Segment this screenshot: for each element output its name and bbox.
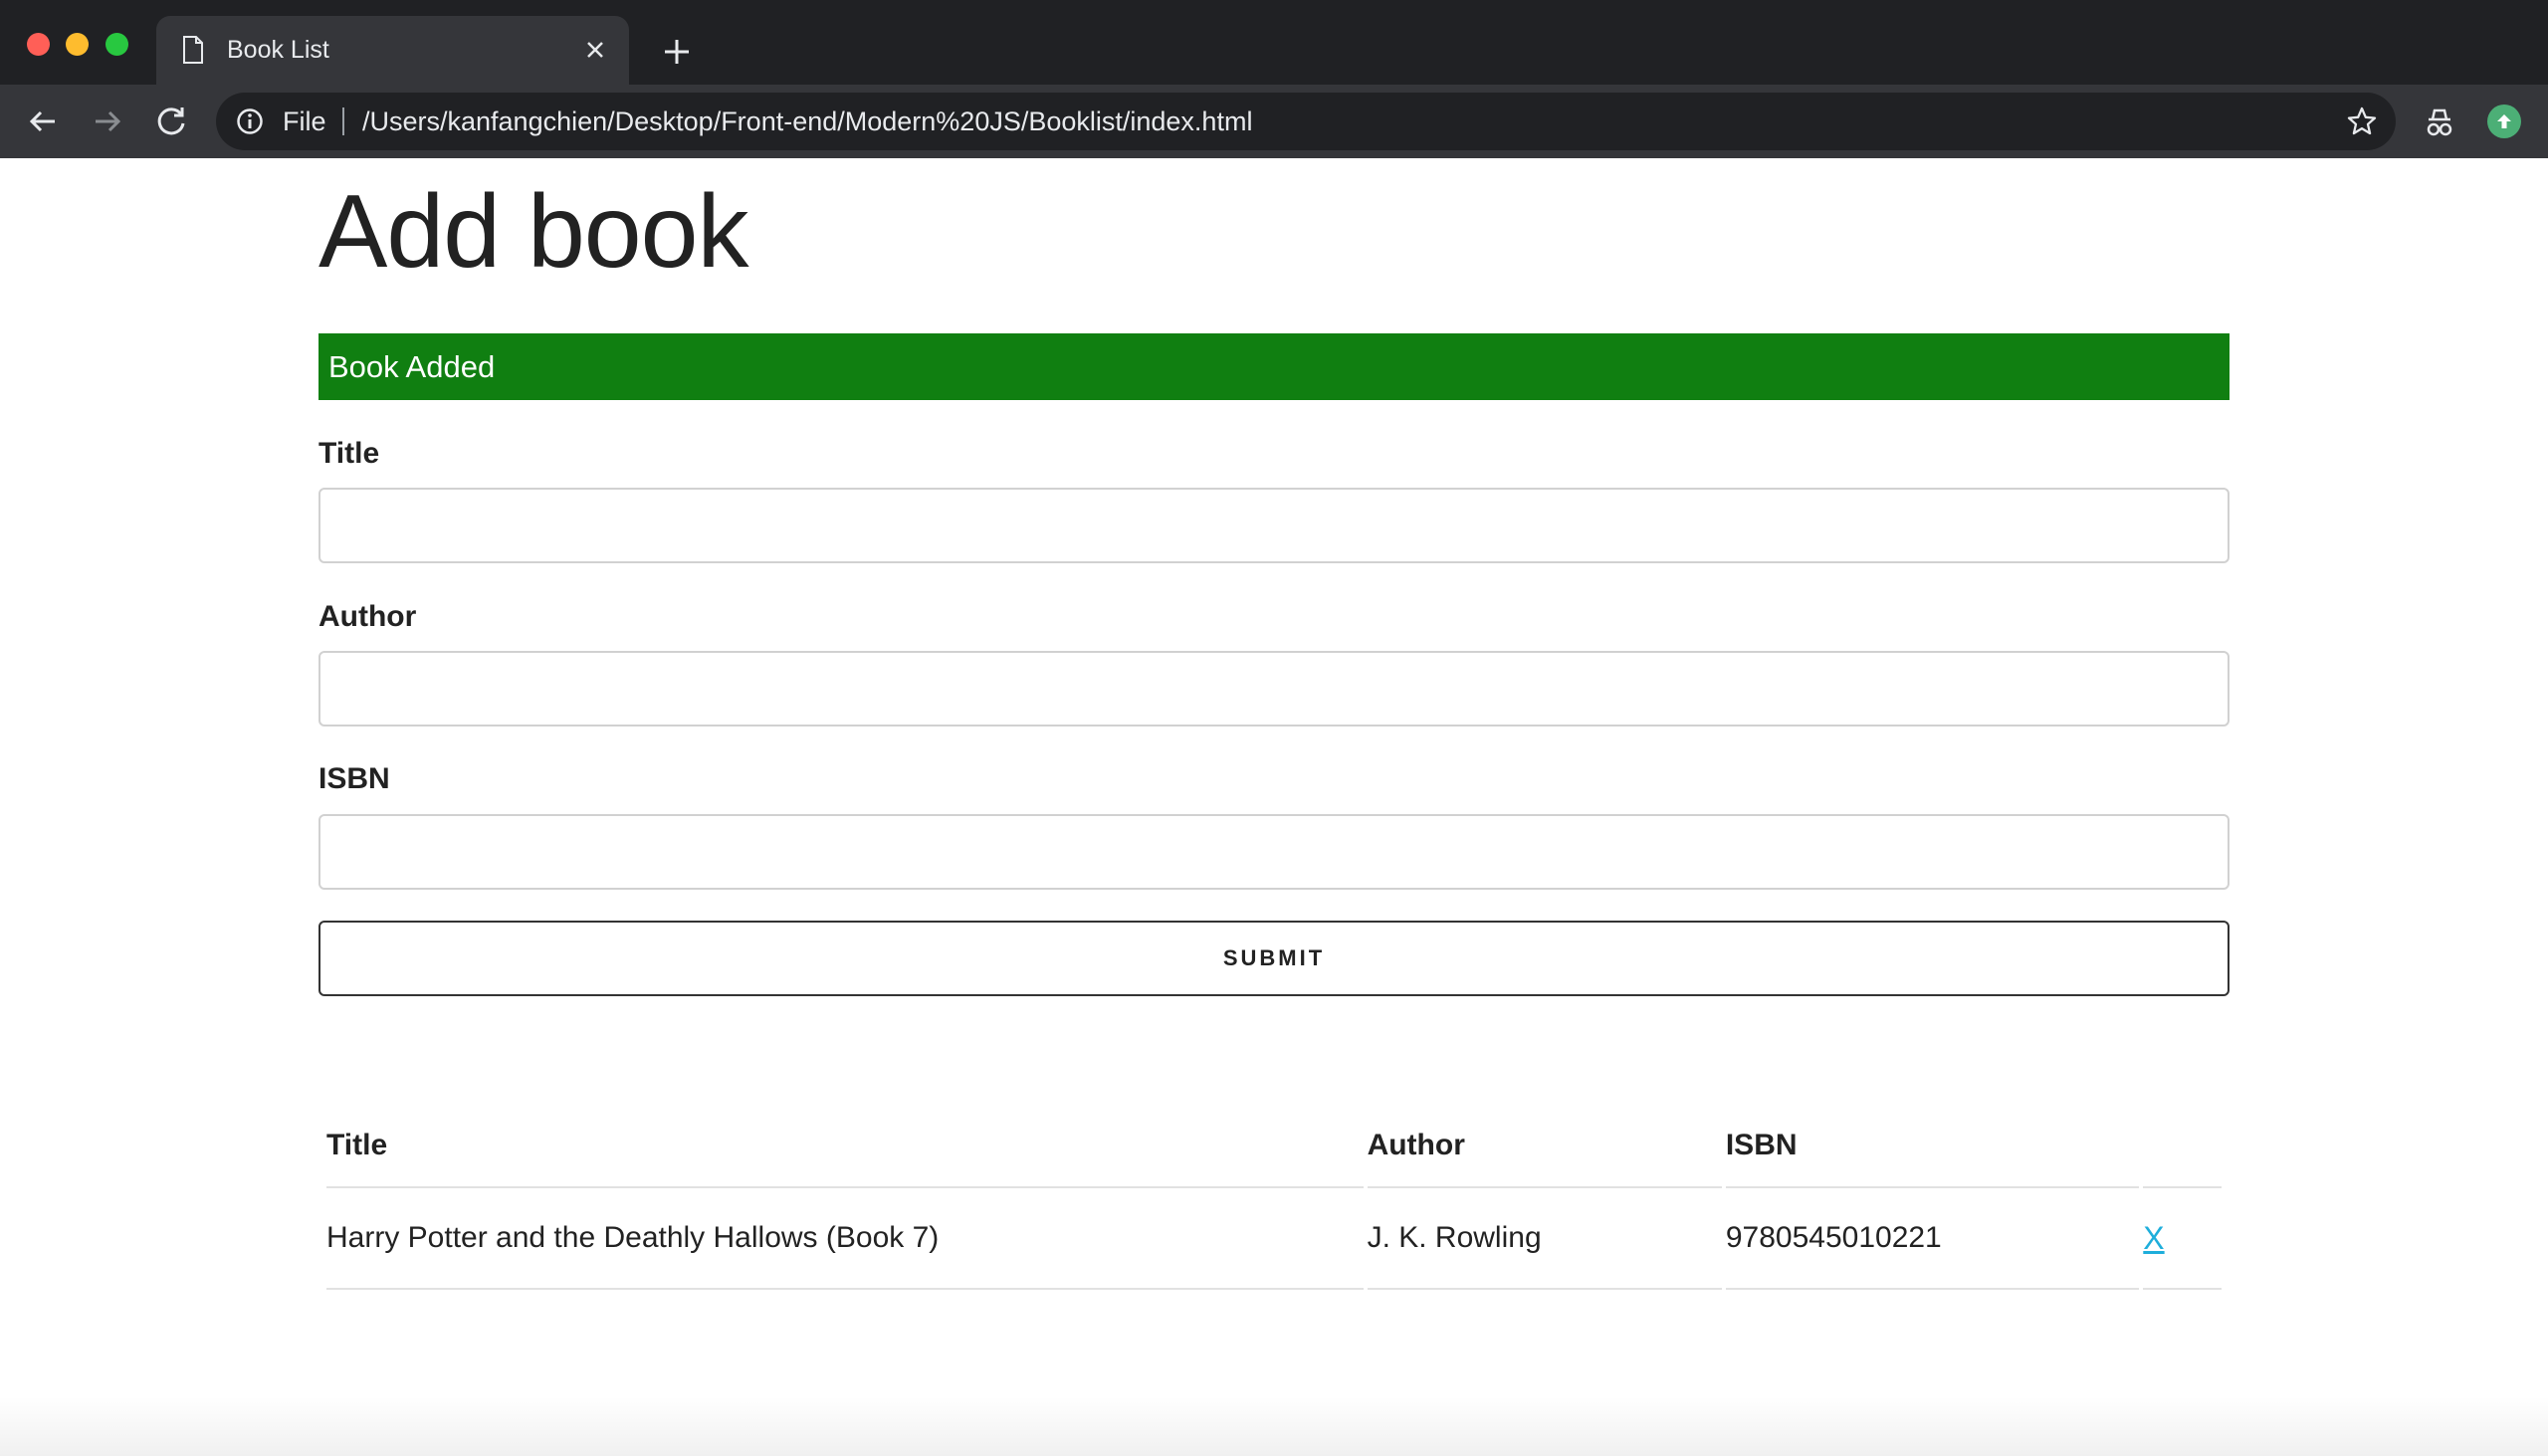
table-row: Harry Potter and the Deathly Hallows (Bo… [326,1188,2222,1290]
success-alert: Book Added [318,333,2230,400]
delete-book-link[interactable]: X [2143,1220,2164,1256]
column-header-author: Author [1367,1085,1722,1188]
book-author-cell: J. K. Rowling [1367,1188,1722,1290]
page-content: Add book Book Added Title Author ISBN SU… [0,158,2548,1456]
column-header-title: Title [326,1085,1364,1188]
url-scheme-label: File [283,106,326,136]
browser-toolbar: File /Users/kanfangchien/Desktop/Front-e… [0,85,2548,158]
plus-icon[interactable] [661,36,693,68]
browser-tab[interactable]: Book List [156,16,629,85]
table-header-row: Title Author ISBN [326,1085,2222,1188]
bottom-shadow [0,1396,2548,1456]
author-input[interactable] [318,651,2230,727]
document-icon [183,36,203,64]
profile-icon[interactable] [2487,104,2521,138]
upload-arrow-icon [2497,114,2511,128]
isbn-input[interactable] [318,814,2230,890]
title-label: Title [318,437,380,470]
incognito-icon[interactable] [2423,105,2456,139]
star-icon[interactable] [2346,105,2378,137]
column-header-isbn: ISBN [1725,1085,2140,1188]
back-arrow-icon[interactable] [23,102,63,141]
reload-icon[interactable] [151,102,191,141]
info-icon[interactable] [236,107,264,135]
url-text[interactable]: /Users/kanfangchien/Desktop/Front-end/Mo… [362,104,1252,139]
tab-title: Book List [227,36,329,64]
submit-button[interactable]: SUBMIT [318,921,2230,996]
address-separator [342,107,344,135]
window-maximize-button[interactable] [106,33,128,56]
address-bar[interactable]: File /Users/kanfangchien/Desktop/Front-e… [216,93,2396,150]
forward-arrow-icon[interactable] [88,102,127,141]
column-header-delete [2143,1085,2222,1188]
browser-tab-bar: Book List [0,0,2548,85]
delete-cell: X [2143,1188,2222,1290]
book-title-cell: Harry Potter and the Deathly Hallows (Bo… [326,1188,1364,1290]
page-title: Add book [318,174,748,290]
close-icon[interactable] [581,36,609,64]
window-close-button[interactable] [27,33,50,56]
isbn-label: ISBN [318,762,390,795]
title-input[interactable] [318,488,2230,563]
window-minimize-button[interactable] [66,33,89,56]
book-list-table: Title Author ISBN Harry Potter and the D… [322,1085,2226,1290]
author-label: Author [318,600,417,633]
book-isbn-cell: 9780545010221 [1725,1188,2140,1290]
